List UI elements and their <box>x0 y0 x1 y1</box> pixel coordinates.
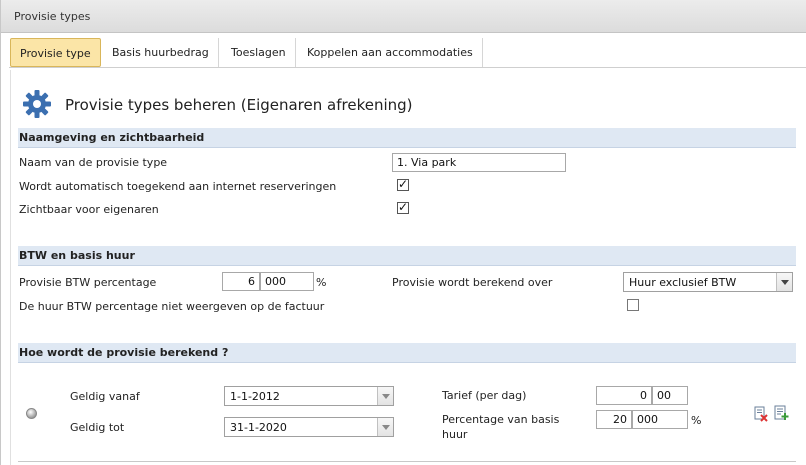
hide-btw-label: De huur BTW percentage niet weergeven op… <box>19 300 325 313</box>
main-content: Provisie types beheren (Eigenaren afreke… <box>10 70 806 465</box>
tarief-label: Tarief (per dag) <box>442 389 527 402</box>
add-row-icon[interactable] <box>773 405 789 421</box>
tab-toeslagen[interactable]: Toeslagen <box>222 38 296 67</box>
section-calc: Hoe wordt de provisie berekend ? <box>18 343 796 363</box>
gear-icon <box>23 90 51 118</box>
visible-owners-checkbox[interactable] <box>397 200 409 214</box>
btw-percentage-unit: % <box>316 276 327 289</box>
tab-bar: Provisie type Basis huurbedrag Toeslagen… <box>9 37 806 68</box>
percentage-basis-label-2: huur <box>442 428 468 441</box>
btw-percentage-int-input[interactable] <box>222 272 260 291</box>
btw-percentage-dec-input[interactable] <box>260 272 314 291</box>
tarief-dec-input[interactable] <box>652 386 688 405</box>
chevron-down-icon[interactable] <box>377 418 393 436</box>
provisie-types-window: Provisie types Provisie type Basis huurb… <box>0 0 806 465</box>
berekend-over-value: Huur exclusief BTW <box>629 276 737 289</box>
tab-provisie-type[interactable]: Provisie type <box>10 38 101 67</box>
period-radio[interactable] <box>26 408 37 419</box>
delete-row-icon[interactable] <box>753 406 769 422</box>
visible-owners-label: Zichtbaar voor eigenaren <box>19 203 159 216</box>
name-input[interactable] <box>392 153 566 172</box>
section-naming-header: Naamgeving en zichtbaarheid <box>19 131 205 144</box>
geldig-vanaf-select[interactable]: 1-1-2012 <box>224 386 394 406</box>
page-title: Provisie types beheren (Eigenaren afreke… <box>65 96 413 114</box>
berekend-over-label: Provisie wordt berekend over <box>392 276 553 289</box>
tab-basis-huurbedrag[interactable]: Basis huurbedrag <box>103 38 219 67</box>
btw-percentage-label: Provisie BTW percentage <box>19 276 157 289</box>
auto-assign-label: Wordt automatisch toegekend aan internet… <box>19 180 337 193</box>
tab-koppelen-aan-accommodaties[interactable]: Koppelen aan accommodaties <box>298 38 483 67</box>
chevron-down-icon[interactable] <box>776 273 792 291</box>
section-calc-header: Hoe wordt de provisie berekend ? <box>19 346 229 359</box>
bottom-divider <box>18 461 796 462</box>
geldig-tot-label: Geldig tot <box>70 421 125 434</box>
section-btw: BTW en basis huur <box>18 246 796 266</box>
window-titlebar: Provisie types <box>1 0 806 33</box>
percentage-basis-int-input[interactable] <box>596 410 632 429</box>
percentage-basis-unit: % <box>691 414 702 427</box>
name-label: Naam van de provisie type <box>19 156 168 169</box>
section-naming: Naamgeving en zichtbaarheid <box>18 128 796 148</box>
percentage-basis-label-1: Percentage van basis <box>442 413 560 426</box>
auto-assign-checkbox[interactable] <box>397 177 409 191</box>
hide-btw-checkbox[interactable] <box>627 299 639 311</box>
tarief-int-input[interactable] <box>596 386 652 405</box>
chevron-down-icon[interactable] <box>377 387 393 405</box>
geldig-vanaf-value: 1-1-2012 <box>230 390 280 403</box>
berekend-over-select[interactable]: Huur exclusief BTW <box>623 272 793 292</box>
geldig-tot-value: 31-1-2020 <box>230 421 287 434</box>
section-btw-header: BTW en basis huur <box>19 249 135 262</box>
window-title: Provisie types <box>14 10 91 23</box>
percentage-basis-dec-input[interactable] <box>632 410 688 429</box>
geldig-vanaf-label: Geldig vanaf <box>70 390 140 403</box>
geldig-tot-select[interactable]: 31-1-2020 <box>224 417 394 437</box>
